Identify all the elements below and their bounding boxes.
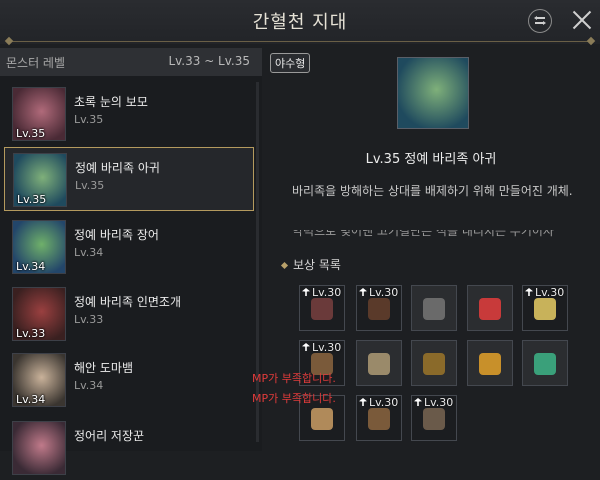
reward-level-label: Lv.30 (302, 286, 341, 299)
monster-level: Lv.33 (74, 313, 104, 326)
monster-portrait: Lv.35 (13, 153, 67, 207)
level-filter-bar: 몬스터 레벨 Lv.33 ~ Lv.35 (0, 48, 262, 76)
monster-description-next: 악력으로 빚어낸 고기결단은 적을 내리치는 무기이자 (292, 230, 554, 238)
reward-list-title: 보상 목록 (280, 256, 341, 273)
reward-slot[interactable]: Lv.30 (299, 285, 345, 331)
level-filter-range: Lv.33 ~ Lv.35 (168, 54, 250, 68)
monster-portrait-level: Lv.33 (16, 327, 46, 340)
monster-list-item[interactable]: 정어리 저장꾼 (4, 416, 254, 480)
monster-portrait (12, 421, 66, 475)
reward-slot[interactable] (411, 285, 457, 331)
monster-description-cutoff: 악력으로 빚어낸 고기결단은 적을 내리치는 무기이자 (292, 230, 592, 242)
filter-button[interactable] (528, 9, 552, 33)
monster-portrait: Lv.34 (12, 353, 66, 407)
monster-name: 정예 바리족 아귀 (75, 161, 160, 175)
monster-detail-level: Lv.35 (365, 152, 401, 167)
monster-list-item-selected[interactable]: Lv.35 정예 바리족 아귀 Lv.35 (4, 147, 254, 211)
level-filter-label: 몬스터 레벨 (6, 56, 66, 70)
monster-list-item[interactable]: Lv.35 초록 눈의 보모 Lv.35 (4, 82, 254, 146)
mp-warning-message: MP가 부족합니다. (252, 392, 336, 405)
shield-icon (534, 298, 556, 320)
reward-slot[interactable] (356, 340, 402, 386)
monster-list-panel: 몬스터 레벨 Lv.33 ~ Lv.35 Lv.35 초록 눈의 보모 Lv.3… (0, 48, 262, 475)
reward-level-text: Lv.30 (312, 286, 342, 299)
level-marker-icon (525, 288, 533, 296)
monster-portrait: Lv.34 (12, 220, 66, 274)
filter-icon (534, 16, 546, 25)
monster-list-item[interactable]: Lv.33 정예 바리족 인면조개 Lv.33 (4, 282, 254, 346)
monster-portrait-level: Lv.34 (16, 393, 46, 406)
header-divider (8, 41, 592, 42)
reward-slot[interactable]: Lv.30 (356, 395, 402, 441)
monster-name: 정예 바리족 인면조개 (74, 295, 181, 309)
monster-portrait: Lv.33 (12, 287, 66, 341)
reward-level-text: Lv.30 (535, 286, 565, 299)
reward-slot[interactable] (522, 340, 568, 386)
level-marker-icon (359, 398, 367, 406)
monster-description: 바리족을 방해하는 상대를 배제하기 위해 만들어진 개체. (292, 184, 573, 198)
reward-slot[interactable] (411, 340, 457, 386)
reward-level-label: Lv.30 (359, 396, 398, 409)
close-button[interactable] (570, 8, 594, 32)
monster-portrait-level: Lv.34 (16, 260, 46, 273)
reward-slot[interactable] (467, 340, 513, 386)
green-box-icon (534, 353, 556, 375)
treasure-chest-icon (423, 353, 445, 375)
reward-slot[interactable]: Lv.30 (356, 285, 402, 331)
reward-level-text: Lv.30 (312, 341, 342, 354)
reward-slot[interactable] (467, 285, 513, 331)
diamond-icon (280, 261, 289, 270)
level-marker-icon (302, 343, 310, 351)
monster-detail-name: 정예 바리족 아귀 (404, 152, 497, 167)
list-scrollbar[interactable] (256, 82, 259, 442)
reward-level-text: Lv.30 (369, 286, 399, 299)
monster-portrait: Lv.35 (12, 87, 66, 141)
monster-name: 정예 바리족 장어 (74, 228, 159, 242)
scroll-icon (311, 408, 333, 430)
monster-level: Lv.35 (75, 179, 105, 192)
orange-box-icon (479, 353, 501, 375)
mp-warning-message: MP가 부족합니다. (252, 372, 336, 385)
armor-icon (423, 298, 445, 320)
monster-list-item[interactable]: Lv.34 해안 도마뱀 Lv.34 (4, 348, 254, 412)
boots-icon (368, 298, 390, 320)
level-marker-icon (414, 398, 422, 406)
monster-detail-title: Lv.35 정예 바리족 아귀 (262, 148, 600, 167)
reward-slot[interactable]: Lv.30 (522, 285, 568, 331)
reward-level-text: Lv.30 (369, 396, 399, 409)
monster-name: 정어리 저장꾼 (74, 429, 145, 443)
reward-level-label: Lv.30 (359, 286, 398, 299)
divider-ornament-left (4, 36, 14, 46)
monster-detail-portrait (397, 57, 469, 129)
bow-icon (423, 408, 445, 430)
monster-level: Lv.34 (74, 379, 104, 392)
divider-ornament-right (586, 36, 596, 46)
monster-level: Lv.34 (74, 246, 104, 259)
claw-glove-icon (311, 298, 333, 320)
monster-list-item[interactable]: Lv.34 정예 바리족 장어 Lv.34 (4, 215, 254, 279)
cloak-icon (368, 408, 390, 430)
monster-detail-panel: 야수형 Lv.35 정예 바리족 아귀 바리족을 방해하는 상대를 배제하기 위… (252, 48, 600, 451)
monster-portrait-level: Lv.35 (16, 127, 46, 140)
red-card-icon (479, 298, 501, 320)
monster-level: Lv.35 (74, 113, 104, 126)
stick-icon (368, 353, 390, 375)
window-header: 간혈천 지대 (0, 0, 600, 46)
monster-type-tag: 야수형 (270, 53, 311, 73)
monster-name: 초록 눈의 보모 (74, 95, 148, 109)
monster-portrait-level: Lv.35 (17, 193, 47, 206)
window-title: 간혈천 지대 (252, 12, 348, 33)
level-marker-icon (359, 288, 367, 296)
reward-level-label: Lv.30 (302, 341, 341, 354)
reward-level-text: Lv.30 (424, 396, 454, 409)
monster-name: 해안 도마뱀 (74, 361, 134, 375)
level-marker-icon (302, 288, 310, 296)
reward-level-label: Lv.30 (414, 396, 453, 409)
reward-level-label: Lv.30 (525, 286, 564, 299)
reward-slot[interactable]: Lv.30 (411, 395, 457, 441)
reward-list-label: 보상 목록 (293, 258, 341, 272)
